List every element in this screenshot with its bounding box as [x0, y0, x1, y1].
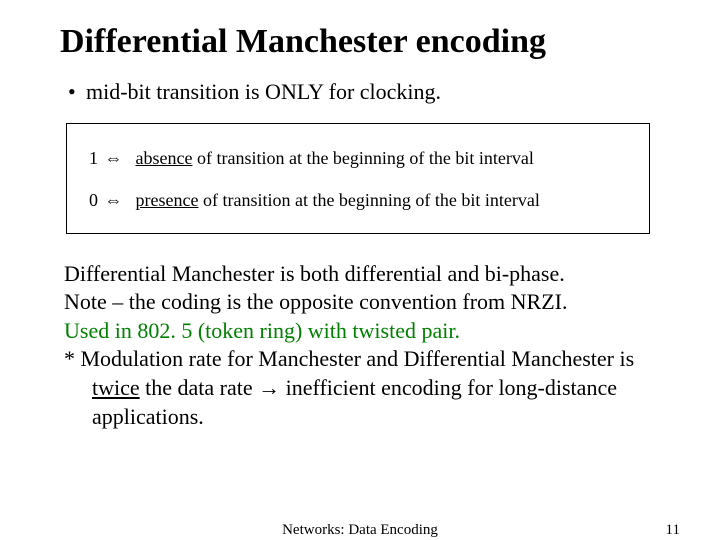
page-title: Differential Manchester encoding [60, 22, 670, 61]
double-arrow-icon: ⇔ [103, 188, 127, 212]
rule0-bit: 0 [89, 190, 98, 210]
rule1-keyword: absence [136, 148, 193, 168]
body-line-4c: applications. [64, 403, 670, 432]
rule-box: 1 ⇔ absence of transition at the beginni… [66, 123, 650, 234]
body-line-4a: * Modulation rate for Manchester and Dif… [64, 346, 634, 371]
body-line-4b-rest: the data rate [140, 375, 259, 400]
bullet-item-1: • mid-bit transition is ONLY for clockin… [68, 79, 670, 105]
body-line-3: Used in 802. 5 (token ring) with twisted… [64, 318, 460, 343]
bullet-dot-icon: • [68, 79, 86, 105]
double-arrow-icon: ⇔ [103, 146, 127, 170]
footer-center-text: Networks: Data Encoding [0, 522, 720, 539]
rule-line-1: 1 ⇔ absence of transition at the beginni… [89, 146, 641, 170]
body-line-2: Note – the coding is the opposite conven… [64, 289, 567, 314]
right-arrow-icon: → [258, 375, 280, 400]
footer-page-number: 11 [666, 522, 680, 539]
body-paragraph: Differential Manchester is both differen… [64, 260, 670, 432]
rule0-rest: of transition at the beginning of the bi… [198, 190, 539, 210]
body-line-4b-underline: twice [92, 375, 140, 400]
rule-line-0: 0 ⇔ presence of transition at the beginn… [89, 188, 641, 212]
body-line-1: Differential Manchester is both differen… [64, 261, 565, 286]
rule0-keyword: presence [136, 190, 199, 210]
body-line-4b-tail: inefficient encoding for long-distance [280, 375, 617, 400]
body-line-4b: twice the data rate → inefficient encodi… [64, 374, 670, 403]
rule1-bit: 1 [89, 148, 98, 168]
rule1-rest: of transition at the beginning of the bi… [192, 148, 533, 168]
bullet-text-1: mid-bit transition is ONLY for clocking. [86, 79, 441, 105]
